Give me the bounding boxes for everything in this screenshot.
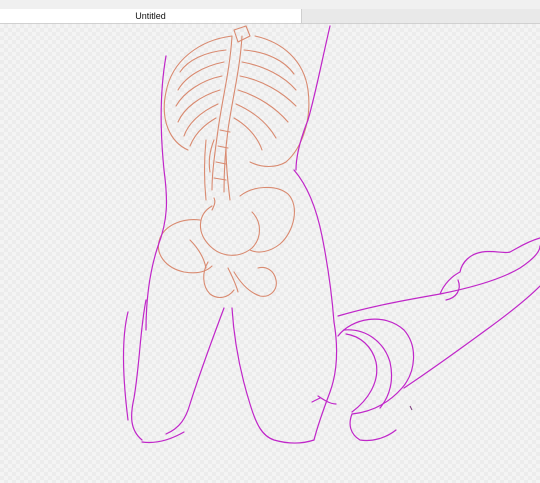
drawing-app-window: Untitled (0, 0, 540, 483)
stray-mark (409, 405, 413, 411)
top-toolbar-strip (0, 0, 540, 9)
document-tab-untitled[interactable]: Untitled (0, 9, 302, 23)
drawing-canvas[interactable] (0, 24, 540, 483)
sketch-artwork (122, 25, 540, 444)
document-tab-bar: Untitled (0, 9, 540, 24)
figure-outline-layer (122, 25, 540, 444)
skeleton-sketch-layer (158, 25, 310, 299)
